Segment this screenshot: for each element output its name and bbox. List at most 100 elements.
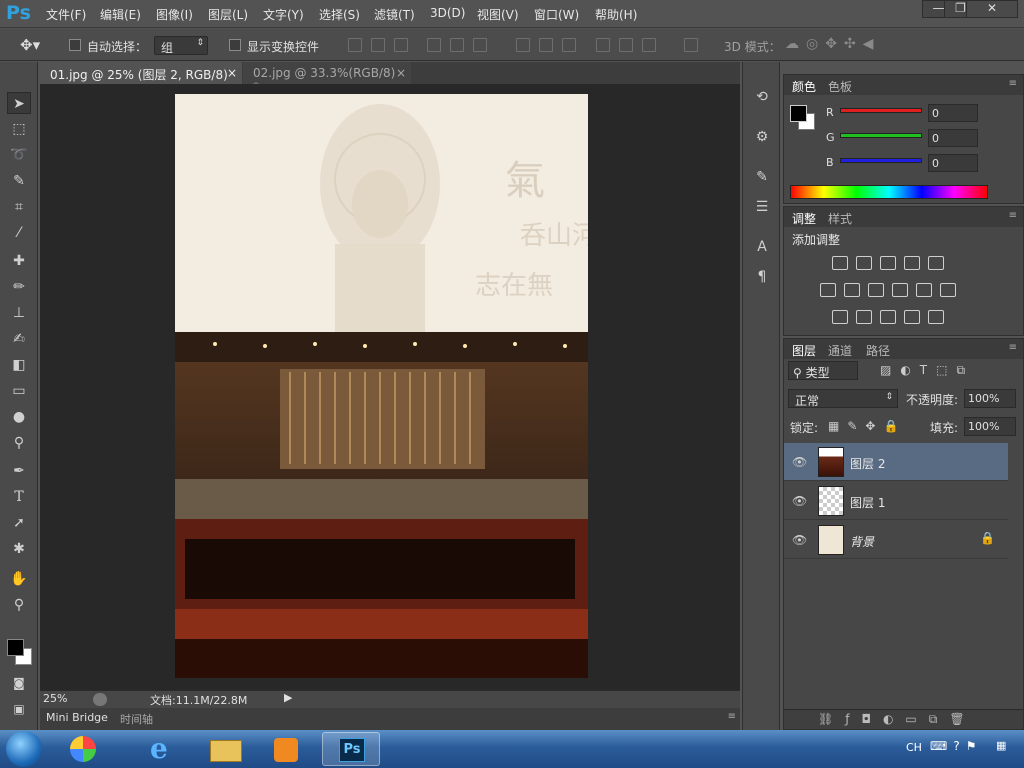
channel-mixer-icon[interactable] xyxy=(916,283,932,297)
status-info-icon[interactable] xyxy=(93,693,107,706)
menu-image[interactable]: 图像(I) xyxy=(156,6,193,23)
paragraph-panel-icon[interactable]: ¶ xyxy=(750,266,774,288)
taskbar-media-player-icon[interactable] xyxy=(260,732,312,766)
lasso-tool-icon[interactable]: ➰ xyxy=(7,144,31,166)
status-menu-arrow-icon[interactable]: ▶ xyxy=(284,691,292,704)
channel-r-slider[interactable] xyxy=(840,108,922,113)
posterize-icon[interactable] xyxy=(856,310,872,324)
auto-select-checkbox[interactable] xyxy=(69,39,81,51)
layer-name[interactable]: 图层 2 xyxy=(850,455,885,472)
gradient-tool-icon[interactable]: ▭ xyxy=(7,380,31,402)
healing-brush-tool-icon[interactable]: ✚ xyxy=(7,250,31,272)
selective-color-icon[interactable] xyxy=(928,310,944,324)
layer-row-2[interactable]: 👁 图层 2 xyxy=(784,443,1008,481)
invert-icon[interactable] xyxy=(832,310,848,324)
custom-shape-tool-icon[interactable]: ✱ xyxy=(7,538,31,560)
align-right-icon[interactable] xyxy=(473,38,487,52)
3d-mode-icons[interactable]: ☁◎✥✣◀ xyxy=(785,36,880,52)
color-spectrum-bar[interactable] xyxy=(790,185,988,199)
distribute-left-icon[interactable] xyxy=(596,38,610,52)
taskbar-explorer-icon[interactable] xyxy=(200,732,252,766)
pen-tool-icon[interactable]: ✒ xyxy=(7,460,31,482)
properties-panel-icon[interactable]: ⚙ xyxy=(750,126,774,148)
path-select-tool-icon[interactable]: ➚ xyxy=(7,512,31,534)
taskbar-ie-icon[interactable]: e xyxy=(138,732,190,766)
zoom-tool-icon[interactable]: ⚲ xyxy=(7,594,31,616)
foreground-color-swatch[interactable] xyxy=(7,639,24,656)
menu-3d[interactable]: 3D(D) xyxy=(430,6,465,20)
brush-panel-icon[interactable]: ✎ xyxy=(750,166,774,188)
quick-mask-icon[interactable]: ◙ xyxy=(7,672,31,694)
history-brush-tool-icon[interactable]: ✍ xyxy=(7,328,31,350)
document-canvas[interactable]: 氣 呑山河 志在無 xyxy=(175,94,598,678)
brush-tool-icon[interactable]: ✏ xyxy=(7,276,31,298)
marquee-tool-icon[interactable]: ⬚ xyxy=(7,118,31,140)
tab-adjustments[interactable]: 调整 xyxy=(792,210,816,227)
panel-menu-icon[interactable]: ≡ xyxy=(728,711,736,722)
character-panel-icon[interactable]: A xyxy=(750,236,774,258)
curves-icon[interactable] xyxy=(880,256,896,270)
distribute-top-icon[interactable] xyxy=(516,38,530,52)
brush-presets-icon[interactable]: ☰ xyxy=(750,196,774,218)
menu-type[interactable]: 文字(Y) xyxy=(263,6,304,23)
tab-paths[interactable]: 路径 xyxy=(866,342,890,359)
black-white-icon[interactable] xyxy=(868,283,884,297)
dodge-tool-icon[interactable]: ⚲ xyxy=(7,432,31,454)
distribute-vcenter-icon[interactable] xyxy=(539,38,553,52)
channel-r-value[interactable]: 0 xyxy=(928,104,978,122)
layer-filter-dropdown[interactable]: ⚲ 类型 xyxy=(788,361,858,380)
tab-layers[interactable]: 图层 xyxy=(792,342,816,359)
menu-select[interactable]: 选择(S) xyxy=(319,6,360,23)
threshold-icon[interactable] xyxy=(880,310,896,324)
menu-help[interactable]: 帮助(H) xyxy=(595,6,637,23)
show-transform-checkbox[interactable] xyxy=(229,39,241,51)
panel-menu-icon[interactable]: ≡ xyxy=(1009,210,1017,221)
auto-align-icon[interactable] xyxy=(684,38,698,52)
clone-stamp-tool-icon[interactable]: ⊥ xyxy=(7,302,31,324)
taskbar-photoshop-icon[interactable]: Ps xyxy=(322,732,380,766)
tab-channels[interactable]: 通道 xyxy=(828,342,852,359)
tab-color[interactable]: 颜色 xyxy=(792,78,816,95)
close-tab-icon[interactable]: × xyxy=(227,66,237,80)
channel-b-value[interactable]: 0 xyxy=(928,154,978,172)
panel-menu-icon[interactable]: ≡ xyxy=(1009,78,1017,89)
history-panel-icon[interactable]: ⟲ xyxy=(750,86,774,108)
auto-select-dropdown[interactable]: 组 ⇕ xyxy=(154,36,208,55)
channel-g-slider[interactable] xyxy=(840,133,922,138)
move-tool-preset-icon[interactable]: ✥▾ xyxy=(20,36,40,54)
layer-name[interactable]: 背景 xyxy=(850,533,874,550)
menu-view[interactable]: 视图(V) xyxy=(477,6,519,23)
panel-menu-icon[interactable]: ≡ xyxy=(1009,342,1017,353)
screen-mode-icon[interactable]: ▣ xyxy=(7,698,31,720)
brightness-icon[interactable] xyxy=(832,256,848,270)
layer-row-background[interactable]: 👁 背景 🔒 xyxy=(784,521,1008,559)
crop-tool-icon[interactable]: ⌗ xyxy=(7,196,31,218)
align-vcenter-icon[interactable] xyxy=(371,38,385,52)
zoom-level[interactable]: 25% xyxy=(43,692,67,705)
distribute-bottom-icon[interactable] xyxy=(562,38,576,52)
tab-mini-bridge[interactable]: Mini Bridge xyxy=(46,711,108,724)
layer-row-1[interactable]: 👁 图层 1 xyxy=(784,482,1008,520)
tab-01-jpg[interactable]: 01.jpg @ 25% (图层 2, RGB/8) * × xyxy=(40,62,242,97)
tab-timeline[interactable]: 时间轴 xyxy=(120,711,153,727)
eraser-tool-icon[interactable]: ◧ xyxy=(7,354,31,376)
type-tool-icon[interactable]: T xyxy=(7,486,31,508)
distribute-hcenter-icon[interactable] xyxy=(619,38,633,52)
hand-tool-icon[interactable]: ✋ xyxy=(7,568,31,590)
align-left-icon[interactable] xyxy=(427,38,441,52)
visibility-eye-icon[interactable]: 👁 xyxy=(792,494,807,508)
layer-filter-icons[interactable]: ▨◐T⬚⧉ xyxy=(880,363,974,378)
layer-footer-icons[interactable]: ⛓ƒ◘◐▭⧉🗑 xyxy=(818,712,977,727)
menu-window[interactable]: 窗口(W) xyxy=(534,6,579,23)
menu-edit[interactable]: 编辑(E) xyxy=(100,6,141,23)
lock-icons[interactable]: ▦✎✥🔒 xyxy=(828,419,906,433)
quick-select-tool-icon[interactable]: ✎ xyxy=(7,170,31,192)
opacity-input[interactable]: 100% xyxy=(964,389,1016,408)
menu-file[interactable]: 文件(F) xyxy=(46,6,86,23)
input-language[interactable]: CH xyxy=(906,741,922,754)
photo-filter-icon[interactable] xyxy=(892,283,908,297)
vibrance-icon[interactable] xyxy=(928,256,944,270)
distribute-right-icon[interactable] xyxy=(642,38,656,52)
menu-filter[interactable]: 滤镜(T) xyxy=(374,6,415,23)
tab-styles[interactable]: 样式 xyxy=(828,210,852,227)
